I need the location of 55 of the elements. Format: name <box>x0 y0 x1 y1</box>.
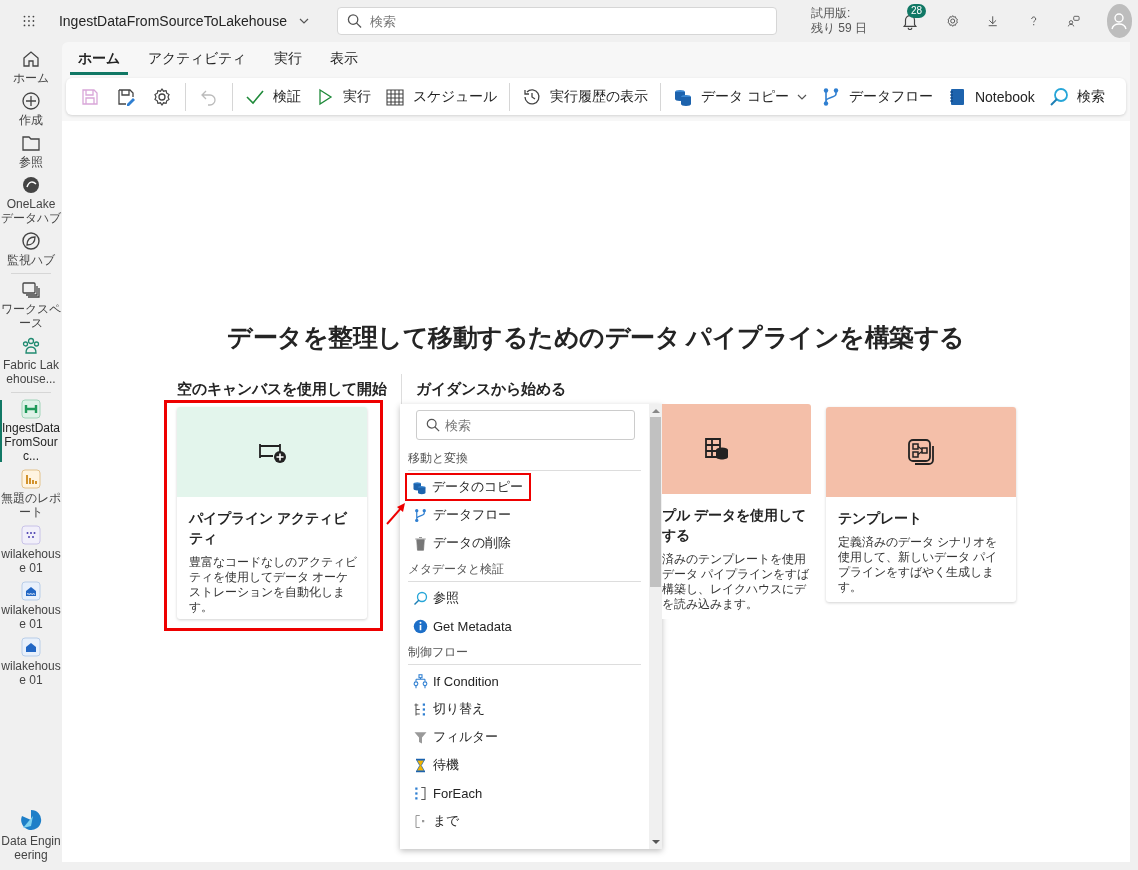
menu-item[interactable]: データのコピー <box>405 473 531 501</box>
menu-item[interactable]: ForEach <box>408 779 488 807</box>
menu-item[interactable]: If Condition <box>408 667 504 695</box>
group-heading: 移動と変換 <box>408 446 641 471</box>
trial-status: 試用版: 残り 59 日 <box>810 6 867 36</box>
toolbar-button[interactable]: データフロー <box>813 86 940 107</box>
ribbon-tab[interactable]: 表示 <box>322 46 366 75</box>
card-title: プル データを使用して する <box>662 507 807 545</box>
group-heading: 制御フロー <box>408 640 641 665</box>
card-description: 済みのテンプレートを使用 データ パイプラインをすば 構築し、レイクハウスにデ を読み込みます。 <box>662 552 811 612</box>
sidebar-item[interactable]: 無題のレポート <box>0 466 62 522</box>
card-description: 定義済みのデータ シナリオを使用して、新しいデータ パイプラインをすばやく生成します。 <box>838 535 999 595</box>
option-card[interactable]: テンプレート 定義済みのデータ シナリオを使用して、新しいデータ パイプラインをすばやく生成します。 <box>826 407 1016 602</box>
notification-count: 28 <box>906 4 927 18</box>
section-heading: ガイダンスから始める <box>416 379 566 399</box>
page-heading: データを整理して移動するためのデータ パイプラインを構築する <box>226 322 966 353</box>
search-field[interactable]: 検索 <box>336 7 777 35</box>
toolbar-button[interactable]: 検証 <box>238 86 308 107</box>
sidebar-item[interactable]: Fabric Lakehouse... <box>0 333 62 389</box>
sidebar-item[interactable]: ワークスペース <box>0 277 62 333</box>
sidebar-item[interactable]: wilakehouse 01 <box>0 522 62 578</box>
section-heading: 空のキャンバスを使用して開始 <box>177 379 387 399</box>
toolbar-button[interactable]: Notebook <box>939 86 1042 107</box>
search-field[interactable]: 検索 <box>416 410 635 440</box>
menu-item[interactable]: データフロー <box>408 501 516 529</box>
menu-item[interactable]: 参照 <box>408 584 488 612</box>
menu-item[interactable]: 待機 <box>408 751 488 779</box>
card-description: 豊富なコードなしのアクティビティを使用してデータ オーケストレーションを自動化します。 <box>189 555 358 615</box>
ribbon-tab[interactable]: 実行 <box>266 46 310 75</box>
sidebar-item[interactable]: ホーム <box>0 46 62 88</box>
menu-item[interactable]: フィルター <box>408 723 503 751</box>
toolbar-button[interactable]: 検索 <box>1041 86 1112 107</box>
option-card[interactable]: パイプライン アクティビティ 豊富なコードなしのアクティビティを使用してデータ オーケストレーションを自動化します。 <box>177 407 367 619</box>
menu-item[interactable]: データの削除 <box>408 529 516 557</box>
sidebar-item[interactable]: 監視ハブ <box>0 228 62 270</box>
sidebar-item[interactable]: 参照 <box>0 130 62 172</box>
sidebar-item[interactable]: IngestDataFromSourc... <box>0 396 62 466</box>
item-title-dropdown[interactable]: IngestDataFromSourceToLakehouse <box>58 13 309 29</box>
menu-item[interactable]: まで <box>408 807 488 835</box>
card-title: パイプライン アクティビティ <box>189 510 348 548</box>
menu-item[interactable]: Get Metadata <box>408 612 517 640</box>
sidebar-item[interactable]: 作成 <box>0 88 62 130</box>
toolbar-button[interactable]: 実行 <box>308 86 378 107</box>
toolbar-button[interactable]: データ コピー <box>666 86 814 107</box>
toolbar-button[interactable]: スケジュール <box>378 86 504 107</box>
card-title: テンプレート <box>838 510 923 528</box>
workload-switcher[interactable]: Data Engineering <box>0 805 62 870</box>
sidebar-item[interactable]: OneLake データハブ <box>0 172 62 228</box>
ribbon-tab[interactable]: アクティビティ <box>140 46 254 75</box>
sidebar-item[interactable]: wilakehouse 01 <box>0 634 62 690</box>
menu-item[interactable]: 切り替え <box>408 695 490 723</box>
group-heading: メタデータと検証 <box>408 557 641 582</box>
toolbar-button[interactable]: 実行履歴の表示 <box>515 86 655 107</box>
sidebar-item[interactable]: wilakehouse 01 <box>0 578 62 634</box>
ribbon-tab[interactable]: ホーム <box>70 46 128 75</box>
